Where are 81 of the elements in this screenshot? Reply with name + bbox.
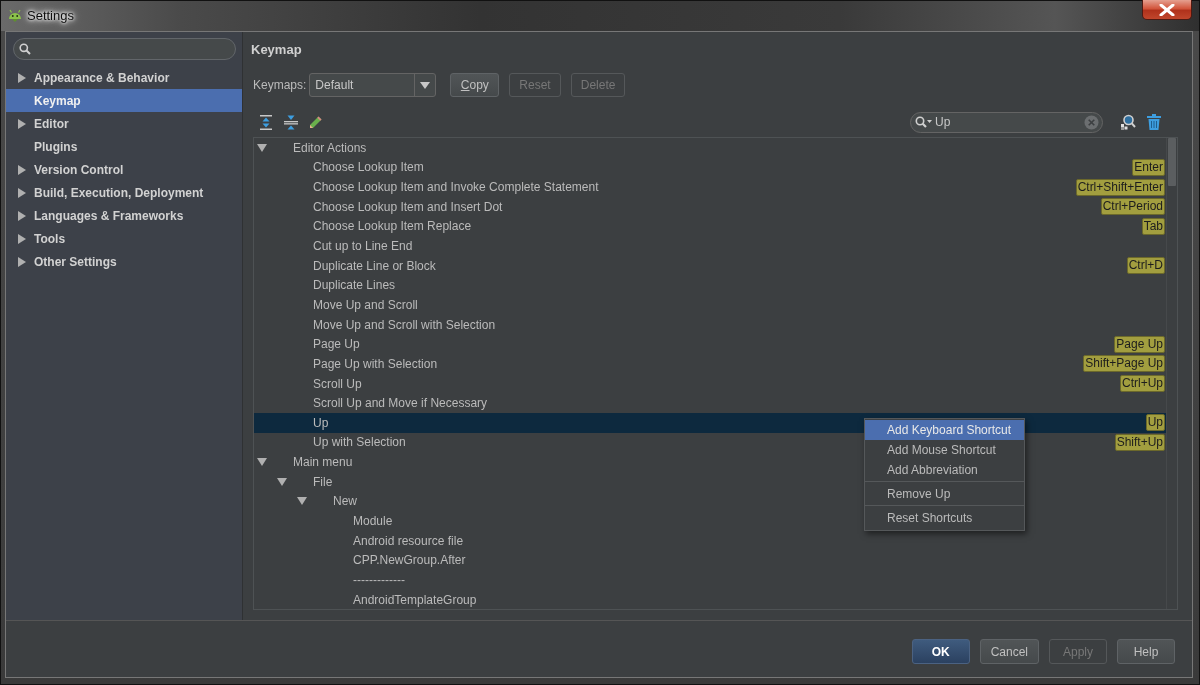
caret-down-icon[interactable] [257,143,267,152]
shortcut-label: Page Up [1114,335,1165,353]
tree-label[interactable]: Cut up to Line End [313,239,413,253]
app-icon [8,8,22,22]
panel-title: Keymap [251,42,302,58]
shortcut-label: Shift+Up [1114,433,1165,451]
tree-label[interactable]: AndroidTemplateGroup [353,592,477,607]
shortcut-label: Enter [1132,158,1165,176]
filter-field[interactable]: Up [910,111,1103,133]
sidebar-item[interactable]: Editor [6,112,242,135]
search-icon [915,115,932,129]
caret-right-icon[interactable] [18,72,26,83]
caret-down-icon[interactable] [297,497,307,506]
search-field[interactable] [13,38,236,60]
tree-label[interactable]: Android resource file [353,533,464,548]
tree-label[interactable]: CPP.NewGroup.After [353,553,466,568]
dropdown-arrow-icon [420,81,431,89]
caret-right-icon[interactable] [18,118,26,129]
tree-label[interactable]: Choose Lookup Item Replace [313,219,472,234]
tree-label[interactable]: ------------- [353,572,405,587]
scrollbar-thumb[interactable] [1168,138,1176,186]
caret-right-icon[interactable] [18,187,26,198]
tree-label[interactable]: Page Up with Selection [313,356,438,371]
menu-item[interactable]: Reset Shortcuts [865,508,1024,528]
expand-all-icon[interactable] [259,114,273,130]
pencil-icon[interactable] [309,115,322,129]
shortcut-label: Ctrl+D [1126,257,1165,275]
sidebar-item[interactable]: Languages & Frameworks [6,204,242,227]
shortcut-label: Shift+Page Up [1083,355,1165,373]
sidebar-item[interactable]: Build, Execution, Deployment [6,181,242,204]
tree-label[interactable]: Module [353,514,393,528]
search-icon [19,43,31,55]
caret-down-icon[interactable] [277,477,287,486]
sidebar-item[interactable]: Plugins [6,135,242,158]
tree-label[interactable]: Scroll Up and Move if Necessary [313,396,488,411]
shortcut-label: Ctrl+Period [1100,198,1165,216]
shortcut-label: Up [1145,414,1165,432]
tree-label[interactable]: Editor Actions [293,140,367,155]
dialog-button[interactable]: OK [911,639,970,664]
close-button[interactable] [1142,0,1192,20]
caret-right-icon[interactable] [18,256,26,267]
tree-label[interactable]: Duplicate Line or Block [313,258,436,273]
tree-label[interactable]: Choose Lookup Item and Insert Dot [313,199,503,214]
close-icon [1159,3,1175,16]
window-title: Settings [27,7,74,23]
tree-label[interactable]: Choose Lookup Item [313,160,424,175]
sidebar-item[interactable]: Tools [6,227,242,250]
shortcut-label: Tab [1141,217,1165,235]
dialog-button[interactable]: Help [1117,639,1175,664]
tree-label[interactable]: Move Up and Scroll [313,297,418,312]
sidebar-item[interactable]: Other Settings [6,250,242,273]
tree-label[interactable]: Duplicate Lines [313,278,396,293]
tree-label[interactable]: Up [313,415,329,430]
tree-label[interactable]: New [333,494,357,509]
caret-right-icon[interactable] [18,164,26,175]
collapse-all-icon[interactable] [284,114,298,130]
dialog-button[interactable]: Cancel [979,639,1039,664]
sidebar-item[interactable]: Version Control [6,158,242,181]
sidebar-item[interactable]: Appearance & Behavior [6,66,242,89]
menu-item[interactable]: Add Mouse Shortcut [865,440,1024,460]
keymaps-label: Keymaps: [253,78,307,92]
tree-label[interactable]: Up with Selection [313,435,406,450]
caret-down-icon[interactable] [257,458,267,467]
tree-label[interactable]: File [313,474,333,489]
shortcut-search-icon[interactable] [1120,114,1136,130]
menu-item[interactable]: Add Keyboard Shortcut [865,420,1024,440]
tree-label[interactable]: Page Up [313,337,360,352]
tree-label[interactable]: Main menu [293,455,353,470]
trash-icon[interactable] [1147,114,1161,130]
shortcut-label: Ctrl+Up [1120,375,1165,392]
keymap-button[interactable]: Copy [450,73,500,97]
caret-right-icon[interactable] [18,210,26,221]
menu-item[interactable]: Add Abbreviation [865,460,1024,480]
sidebar-item[interactable]: Keymap [6,89,242,112]
tree-label[interactable]: Move Up and Scroll with Selection [313,317,496,332]
keymap-dropdown[interactable]: Default [309,73,437,97]
shortcut-label: Ctrl+Shift+Enter [1075,178,1165,196]
caret-right-icon[interactable] [18,233,26,244]
menu-item[interactable]: Remove Up [865,484,1024,504]
tree-label[interactable]: Scroll Up [313,376,362,391]
tree-label[interactable]: Choose Lookup Item and Invoke Complete Statement [313,180,599,195]
